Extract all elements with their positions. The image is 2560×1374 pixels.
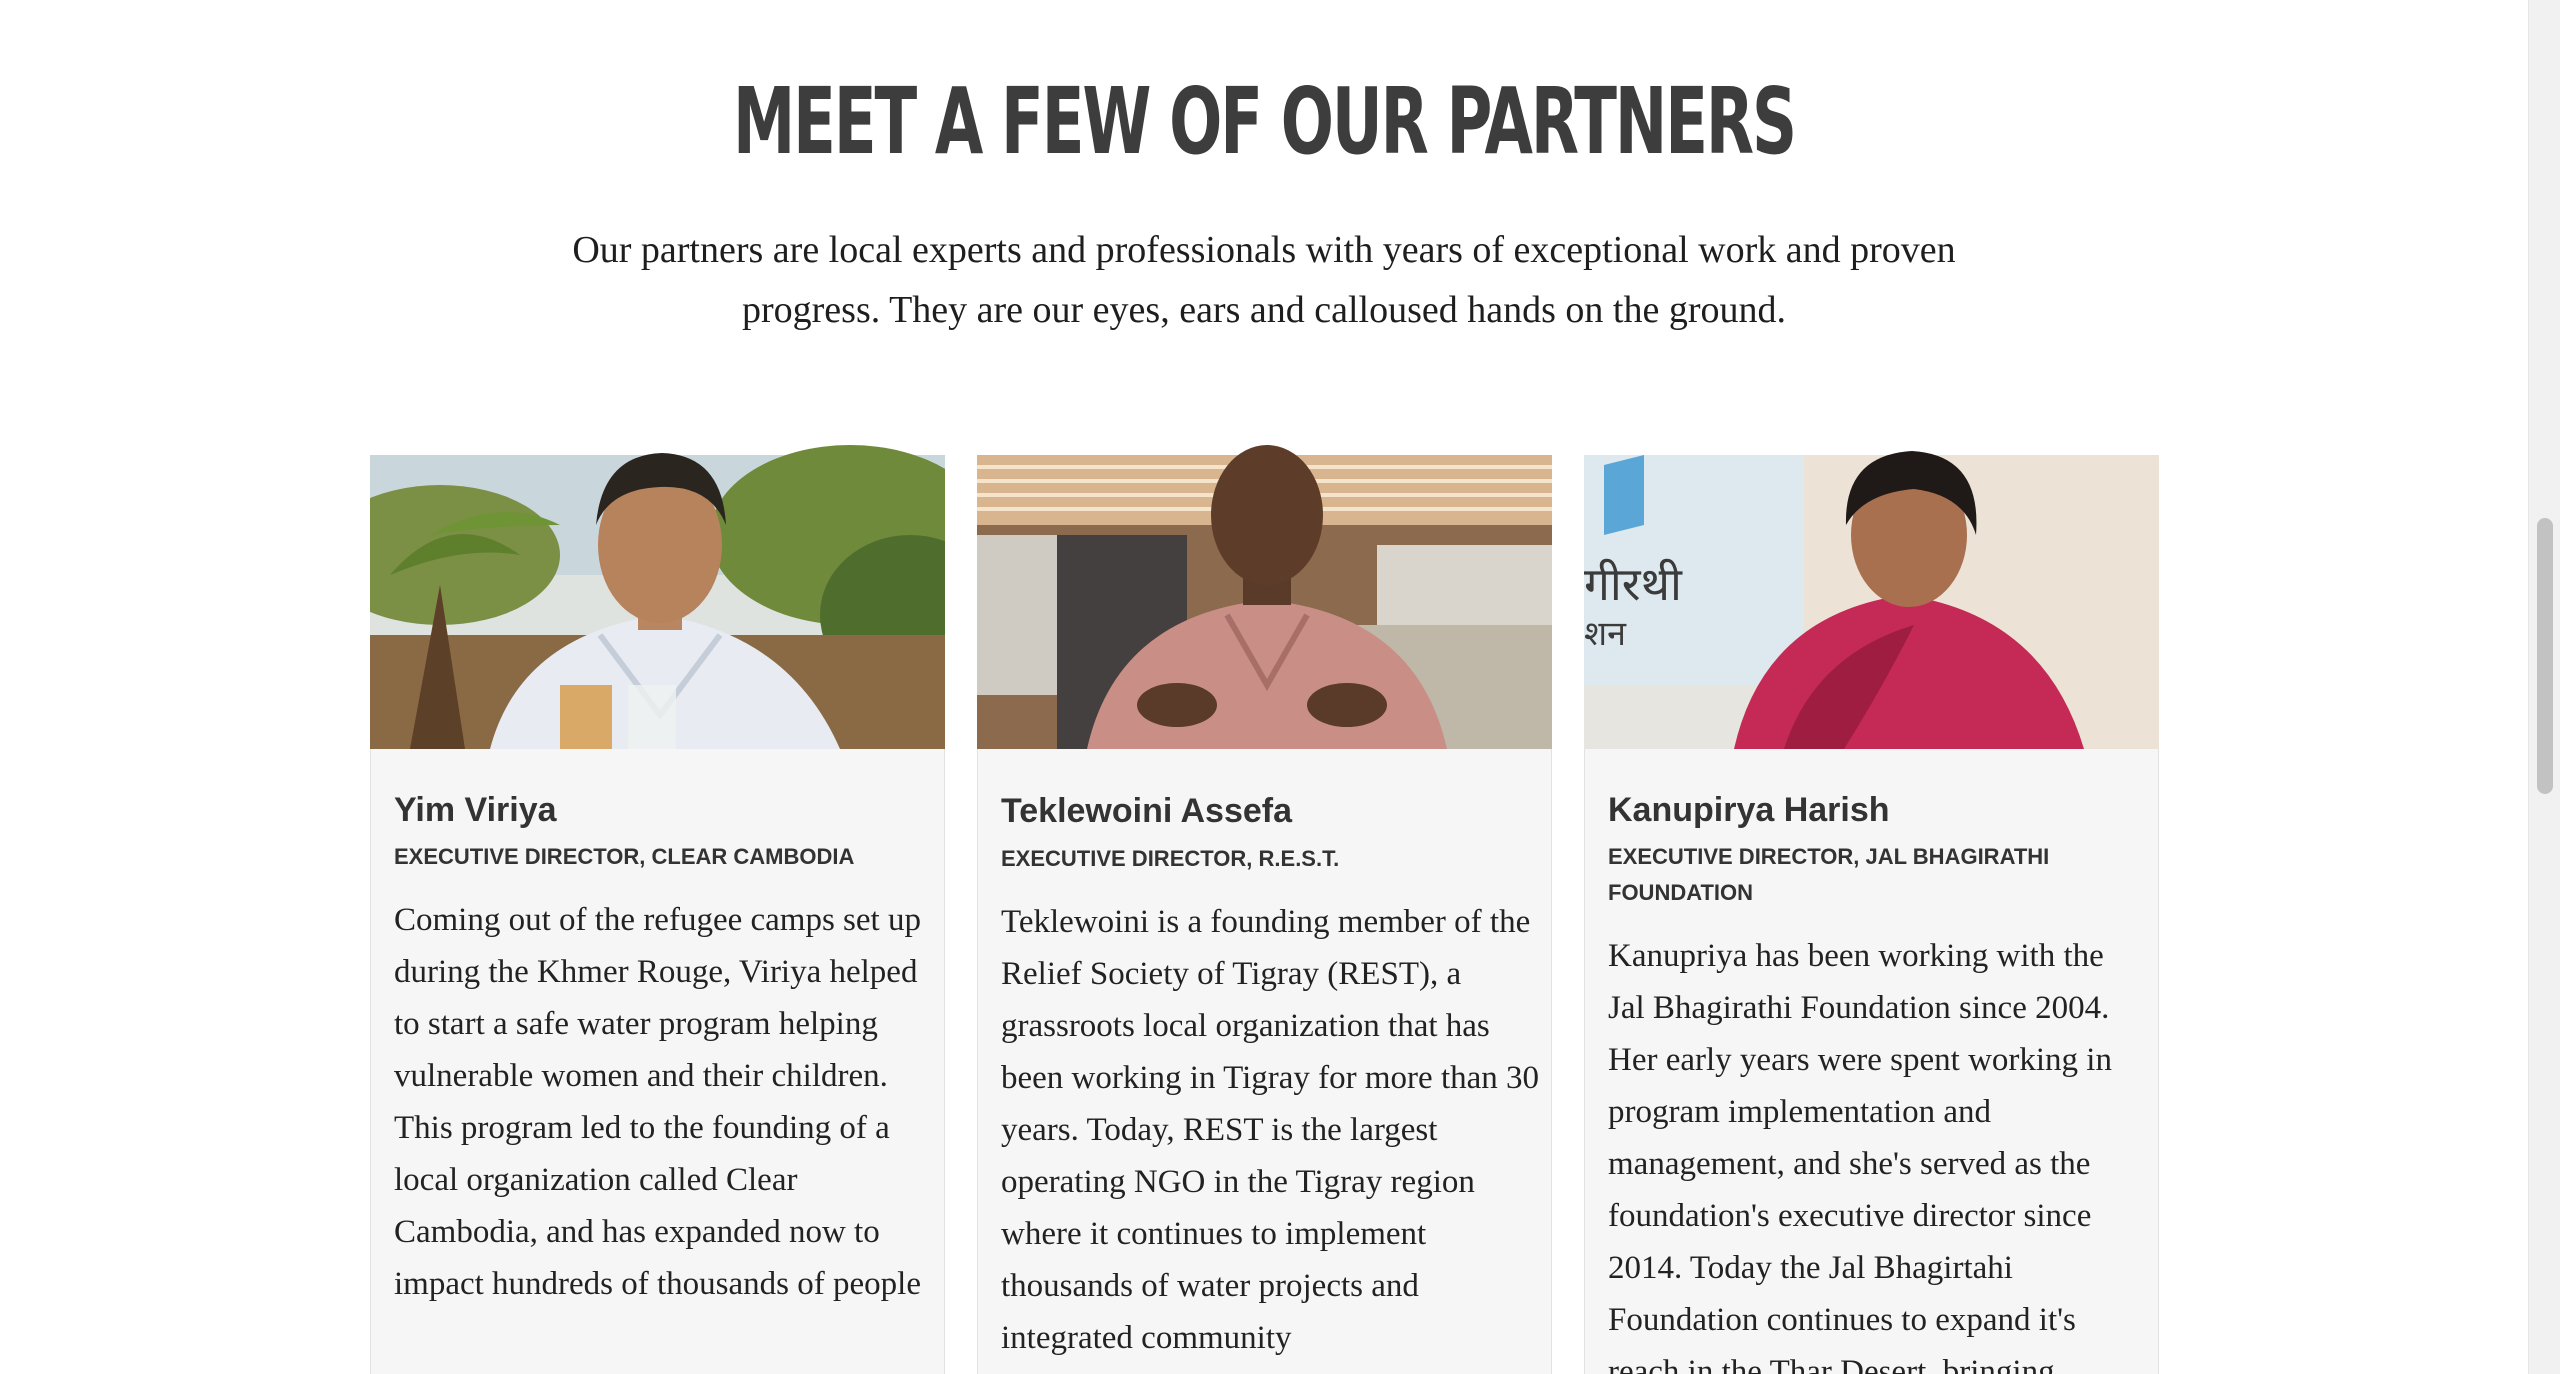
partner-bio: Kanupriya has been working with the Jal … (1608, 938, 2112, 1374)
partner-photo-teklewoini-assefa (977, 445, 1552, 749)
partner-photo-yim-viriya (370, 445, 945, 749)
partner-role: EXECUTIVE DIRECTOR, JAL BHAGIRATHI FOUND… (1608, 844, 2050, 905)
partner-bio: Coming out of the refugee camps set up d… (394, 902, 921, 1302)
partner-name: Teklewoini Assefa (1001, 792, 1292, 830)
partner-name: Yim Viriya (394, 791, 557, 829)
partner-card-teklewoini-assefa: Teklewoini Assefa EXECUTIVE DIRECTOR, R.… (977, 445, 1552, 1374)
partner-name: Kanupirya Harish (1608, 791, 1890, 829)
partner-role: EXECUTIVE DIRECTOR, CLEAR CAMBODIA (394, 844, 855, 869)
scrollbar-thumb[interactable] (2537, 518, 2553, 794)
section-intro: Our partners are local experts and profe… (572, 229, 1956, 331)
sign-text: शन (1584, 614, 1627, 654)
partner-photo-kanupirya-harish: गीरथी शन (1584, 451, 2159, 749)
partner-bio: Teklewoini is a founding member of the R… (1001, 904, 1540, 1356)
partner-card-yim-viriya: Yim Viriya EXECUTIVE DIRECTOR, CLEAR CAM… (370, 445, 945, 1374)
page: MEET A FEW OF OUR PARTNERS Our partners … (0, 0, 2528, 1374)
vertical-scrollbar[interactable] (2528, 0, 2560, 1374)
partner-card-kanupirya-harish: गीरथी शन Kanupirya Harish EXECUTIVE DIRE… (1584, 451, 2159, 1374)
sign-text: गीरथी (1584, 557, 1683, 611)
section-heading: MEET A FEW OF OUR PARTNERS (732, 68, 1797, 175)
partner-role: EXECUTIVE DIRECTOR, R.E.S.T. (1001, 846, 1340, 871)
